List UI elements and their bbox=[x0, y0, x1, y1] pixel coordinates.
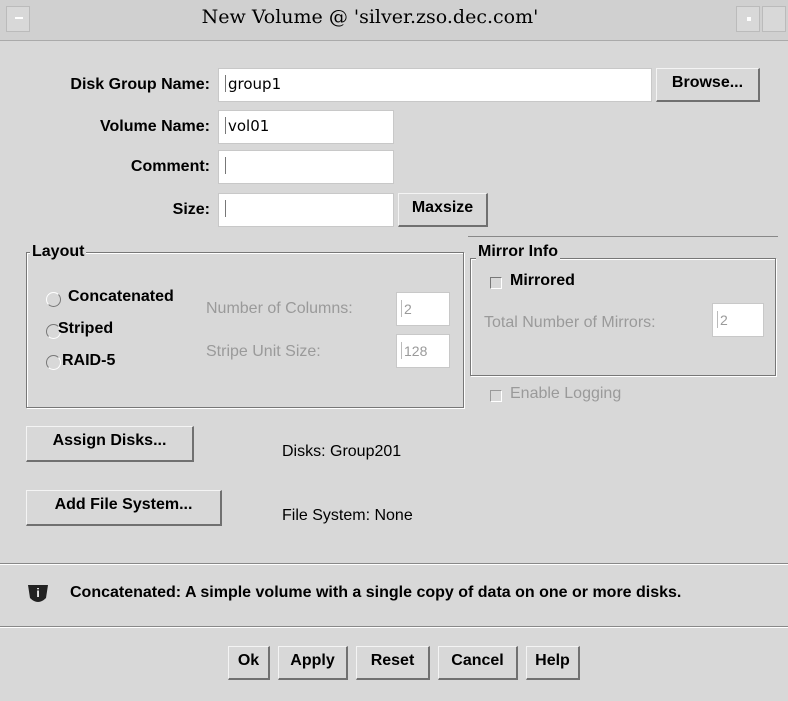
striped-label[interactable]: Striped bbox=[58, 320, 113, 338]
stripe-unit-label: Stripe Unit Size: bbox=[206, 343, 321, 360]
title-bar[interactable]: New Volume @ 'silver.zso.dec.com' bbox=[0, 0, 788, 41]
columns-input[interactable]: 2 bbox=[396, 292, 450, 326]
text-cursor bbox=[717, 311, 718, 328]
text-cursor bbox=[401, 342, 402, 359]
columns-label: Number of Columns: bbox=[206, 300, 353, 317]
text-cursor bbox=[225, 157, 226, 174]
minimize-button[interactable] bbox=[736, 6, 760, 32]
text-cursor bbox=[225, 200, 226, 217]
comment-input[interactable] bbox=[218, 150, 394, 184]
concatenated-label[interactable]: Concatenated bbox=[68, 288, 174, 306]
svg-text:i: i bbox=[36, 586, 39, 600]
total-mirrors-value: 2 bbox=[720, 312, 728, 328]
text-cursor bbox=[401, 300, 402, 317]
info-divider-top bbox=[0, 563, 788, 565]
maxsize-button[interactable]: Maxsize bbox=[398, 193, 488, 227]
ok-button[interactable]: Ok bbox=[228, 646, 270, 680]
info-message: Concatenated: A simple volume with a sin… bbox=[70, 584, 682, 601]
stripe-unit-value: 128 bbox=[404, 343, 428, 359]
reset-button[interactable]: Reset bbox=[356, 646, 430, 680]
info-divider-bottom bbox=[0, 626, 788, 628]
window-title: New Volume @ 'silver.zso.dec.com' bbox=[201, 6, 539, 28]
size-label: Size: bbox=[172, 201, 210, 218]
volume-name-value: vol01 bbox=[228, 117, 270, 135]
disk-group-input[interactable]: group1 bbox=[218, 68, 652, 102]
layout-group-title: Layout bbox=[30, 243, 87, 261]
raid5-radio[interactable] bbox=[46, 355, 61, 370]
assign-disks-button[interactable]: Assign Disks... bbox=[26, 426, 194, 462]
info-icon: i bbox=[26, 582, 50, 606]
maximize-button[interactable] bbox=[762, 6, 786, 32]
volume-name-input[interactable]: vol01 bbox=[218, 110, 394, 144]
file-system-status: File System: None bbox=[282, 507, 413, 524]
mirror-info-title: Mirror Info bbox=[476, 243, 560, 261]
volume-name-label: Volume Name: bbox=[100, 118, 210, 135]
disks-status: Disks: Group201 bbox=[282, 443, 402, 460]
comment-label: Comment: bbox=[130, 158, 210, 175]
concatenated-radio[interactable] bbox=[46, 292, 61, 307]
raid5-label[interactable]: RAID-5 bbox=[62, 352, 115, 370]
size-input[interactable] bbox=[218, 193, 394, 227]
text-cursor bbox=[225, 117, 226, 134]
apply-button[interactable]: Apply bbox=[278, 646, 348, 680]
help-button[interactable]: Help bbox=[526, 646, 580, 680]
text-cursor bbox=[225, 75, 226, 92]
mirrored-checkbox[interactable] bbox=[490, 277, 502, 289]
stripe-unit-input[interactable]: 128 bbox=[396, 334, 450, 368]
enable-logging-checkbox[interactable] bbox=[490, 390, 502, 402]
cancel-button[interactable]: Cancel bbox=[438, 646, 518, 680]
total-mirrors-input[interactable]: 2 bbox=[712, 303, 764, 337]
browse-button[interactable]: Browse... bbox=[656, 68, 760, 102]
minimize-icon bbox=[747, 17, 751, 21]
mirrored-label[interactable]: Mirrored bbox=[510, 272, 575, 290]
enable-logging-label[interactable]: Enable Logging bbox=[510, 385, 621, 403]
columns-value: 2 bbox=[404, 301, 412, 317]
disk-group-label: Disk Group Name: bbox=[70, 76, 210, 93]
divider bbox=[468, 236, 778, 237]
add-file-system-button[interactable]: Add File System... bbox=[26, 490, 222, 526]
disk-group-value: group1 bbox=[228, 75, 282, 93]
total-mirrors-label: Total Number of Mirrors: bbox=[484, 314, 656, 331]
